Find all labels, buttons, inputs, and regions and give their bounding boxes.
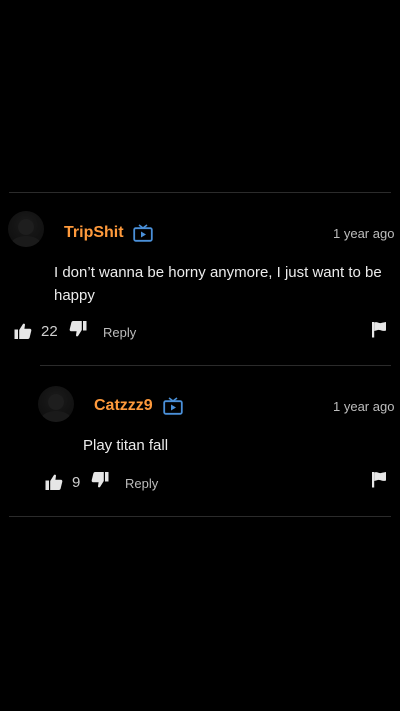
comment-username[interactable]: TripShit — [64, 224, 124, 242]
top-divider — [9, 192, 391, 193]
comment-text: I don’t wanna be horny anymore, I just w… — [54, 264, 382, 304]
thumbs-down-icon[interactable] — [91, 471, 109, 489]
flag-icon[interactable] — [371, 471, 387, 488]
comment-timestamp: 1 year ago — [333, 226, 395, 241]
tv-icon — [133, 224, 153, 242]
thumbs-down-icon[interactable] — [69, 320, 87, 338]
avatar[interactable] — [38, 386, 74, 422]
flag-icon[interactable] — [371, 321, 387, 338]
bottom-divider — [9, 516, 391, 517]
comment-timestamp: 1 year ago — [333, 399, 395, 414]
thumbs-up-icon[interactable] — [45, 473, 63, 491]
reply-button[interactable]: Reply — [125, 476, 158, 491]
reply-divider — [40, 365, 391, 366]
reply-button[interactable]: Reply — [103, 325, 136, 340]
tv-icon — [163, 397, 183, 415]
avatar[interactable] — [8, 211, 44, 247]
thumbs-up-icon[interactable] — [14, 322, 32, 340]
comment-text: Play titan fall — [83, 437, 169, 454]
like-count: 9 — [72, 474, 81, 491]
comment-username[interactable]: Catzzz9 — [94, 397, 153, 415]
like-count: 22 — [41, 323, 58, 340]
